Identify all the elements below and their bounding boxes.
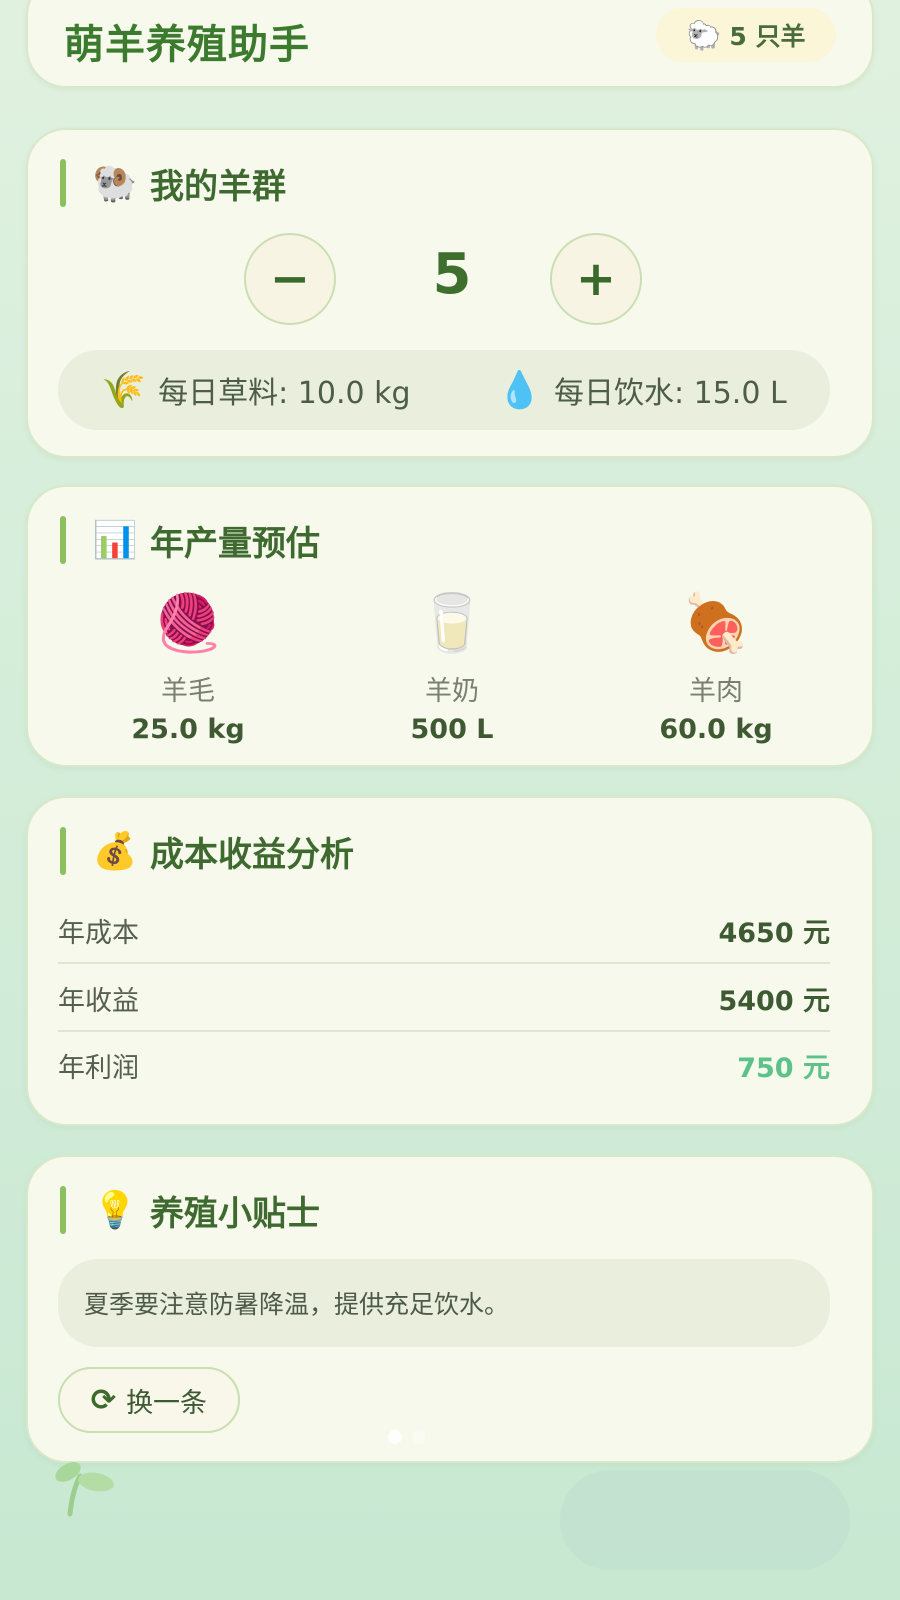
yarn-icon: 🧶 [153,591,223,656]
section-accent-bar [60,516,66,564]
finance-label: 年利润 [58,1052,139,1084]
sheep-count-text: 5 只羊 [729,22,806,51]
section-accent-bar [60,1186,66,1234]
yield-card: 📊 年产量预估 🧶 羊毛 25.0 kg 🥛 羊奶 500 L 🍖 羊肉 60.… [26,485,874,767]
finance-title: 成本收益分析 [150,834,354,875]
decrease-sheep-button[interactable]: − [244,233,336,325]
flock-count: 5 [432,242,472,307]
daily-feed-text: 每日草料: 10.0 kg [158,376,411,411]
yield-label: 羊肉 [689,676,743,707]
daily-water: 💧 每日饮水: 15.0 L [497,368,787,412]
section-title-flock: 🐏 我的羊群 [60,158,286,208]
flock-card: 🐏 我的羊群 − 5 + 🌾 每日草料: 10.0 kg 💧 每日饮水: 15.… [26,128,874,458]
tips-card: 💡 养殖小贴士 夏季要注意防暑降温，提供充足饮水。 ⟳ 换一条 [26,1155,874,1463]
yield-item-wool: 🧶 羊毛 25.0 kg [88,587,288,747]
money-bag-icon: 💰 [92,831,138,872]
section-accent-bar [60,827,66,875]
droplet-icon: 💧 [497,370,542,411]
bar-chart-icon: 📊 [92,520,138,561]
finance-row-income: 年收益 5400 元 [58,966,830,1032]
finance-value: 4650 元 [718,917,830,949]
page-indicator [388,1430,426,1444]
ram-icon: 🐏 [92,163,138,204]
yield-value: 500 L [410,714,494,745]
app-title: 萌羊养殖助手 [64,22,310,68]
finance-card: 💰 成本收益分析 年成本 4650 元 年收益 5400 元 年利润 750 元 [26,796,874,1126]
tip-text: 夏季要注意防暑降温，提供充足饮水。 [58,1259,830,1347]
section-title-tips: 💡 养殖小贴士 [60,1185,320,1235]
cloud-decoration [560,1470,850,1570]
section-accent-bar [60,159,66,207]
daily-feed: 🌾 每日草料: 10.0 kg [101,368,410,412]
next-tip-label: 换一条 [126,1387,208,1419]
meat-icon: 🍖 [681,591,751,656]
yield-value: 60.0 kg [659,714,773,745]
flock-title: 我的羊群 [150,166,286,207]
section-title-yield: 📊 年产量预估 [60,515,320,565]
sheep-icon: 🐑 [686,18,722,52]
finance-label: 年收益 [58,985,139,1017]
yield-label: 羊毛 [161,676,215,707]
yield-item-meat: 🍖 羊肉 60.0 kg [616,587,816,747]
wheat-icon: 🌾 [101,370,147,411]
finance-value-profit: 750 元 [737,1052,830,1084]
finance-label: 年成本 [58,917,139,949]
daily-needs-bar: 🌾 每日草料: 10.0 kg 💧 每日饮水: 15.0 L [58,350,830,430]
page-dot [412,1430,426,1444]
sheep-count-badge: 🐑 5 只羊 [656,8,836,62]
yield-label: 羊奶 [425,676,479,707]
yield-value: 25.0 kg [131,714,245,745]
next-tip-button[interactable]: ⟳ 换一条 [58,1367,240,1433]
tips-title: 养殖小贴士 [150,1193,320,1234]
daily-water-text: 每日饮水: 15.0 L [553,376,787,411]
section-title-finance: 💰 成本收益分析 [60,826,354,876]
header-card: 萌羊养殖助手 🐑 5 只羊 [26,0,874,88]
finance-row-profit: 年利润 750 元 [58,1032,830,1098]
finance-row-cost: 年成本 4650 元 [58,898,830,964]
refresh-icon: ⟳ [90,1382,117,1418]
yield-list: 🧶 羊毛 25.0 kg 🥛 羊奶 500 L 🍖 羊肉 60.0 kg [88,587,816,747]
sprout-decoration-icon [55,1462,114,1517]
increase-sheep-button[interactable]: + [550,233,642,325]
yield-item-milk: 🥛 羊奶 500 L [352,587,552,747]
yield-title: 年产量预估 [150,523,320,564]
milk-glass-icon: 🥛 [417,591,487,656]
finance-value: 5400 元 [718,985,830,1017]
light-bulb-icon: 💡 [92,1190,138,1231]
page-dot-active [388,1430,402,1444]
